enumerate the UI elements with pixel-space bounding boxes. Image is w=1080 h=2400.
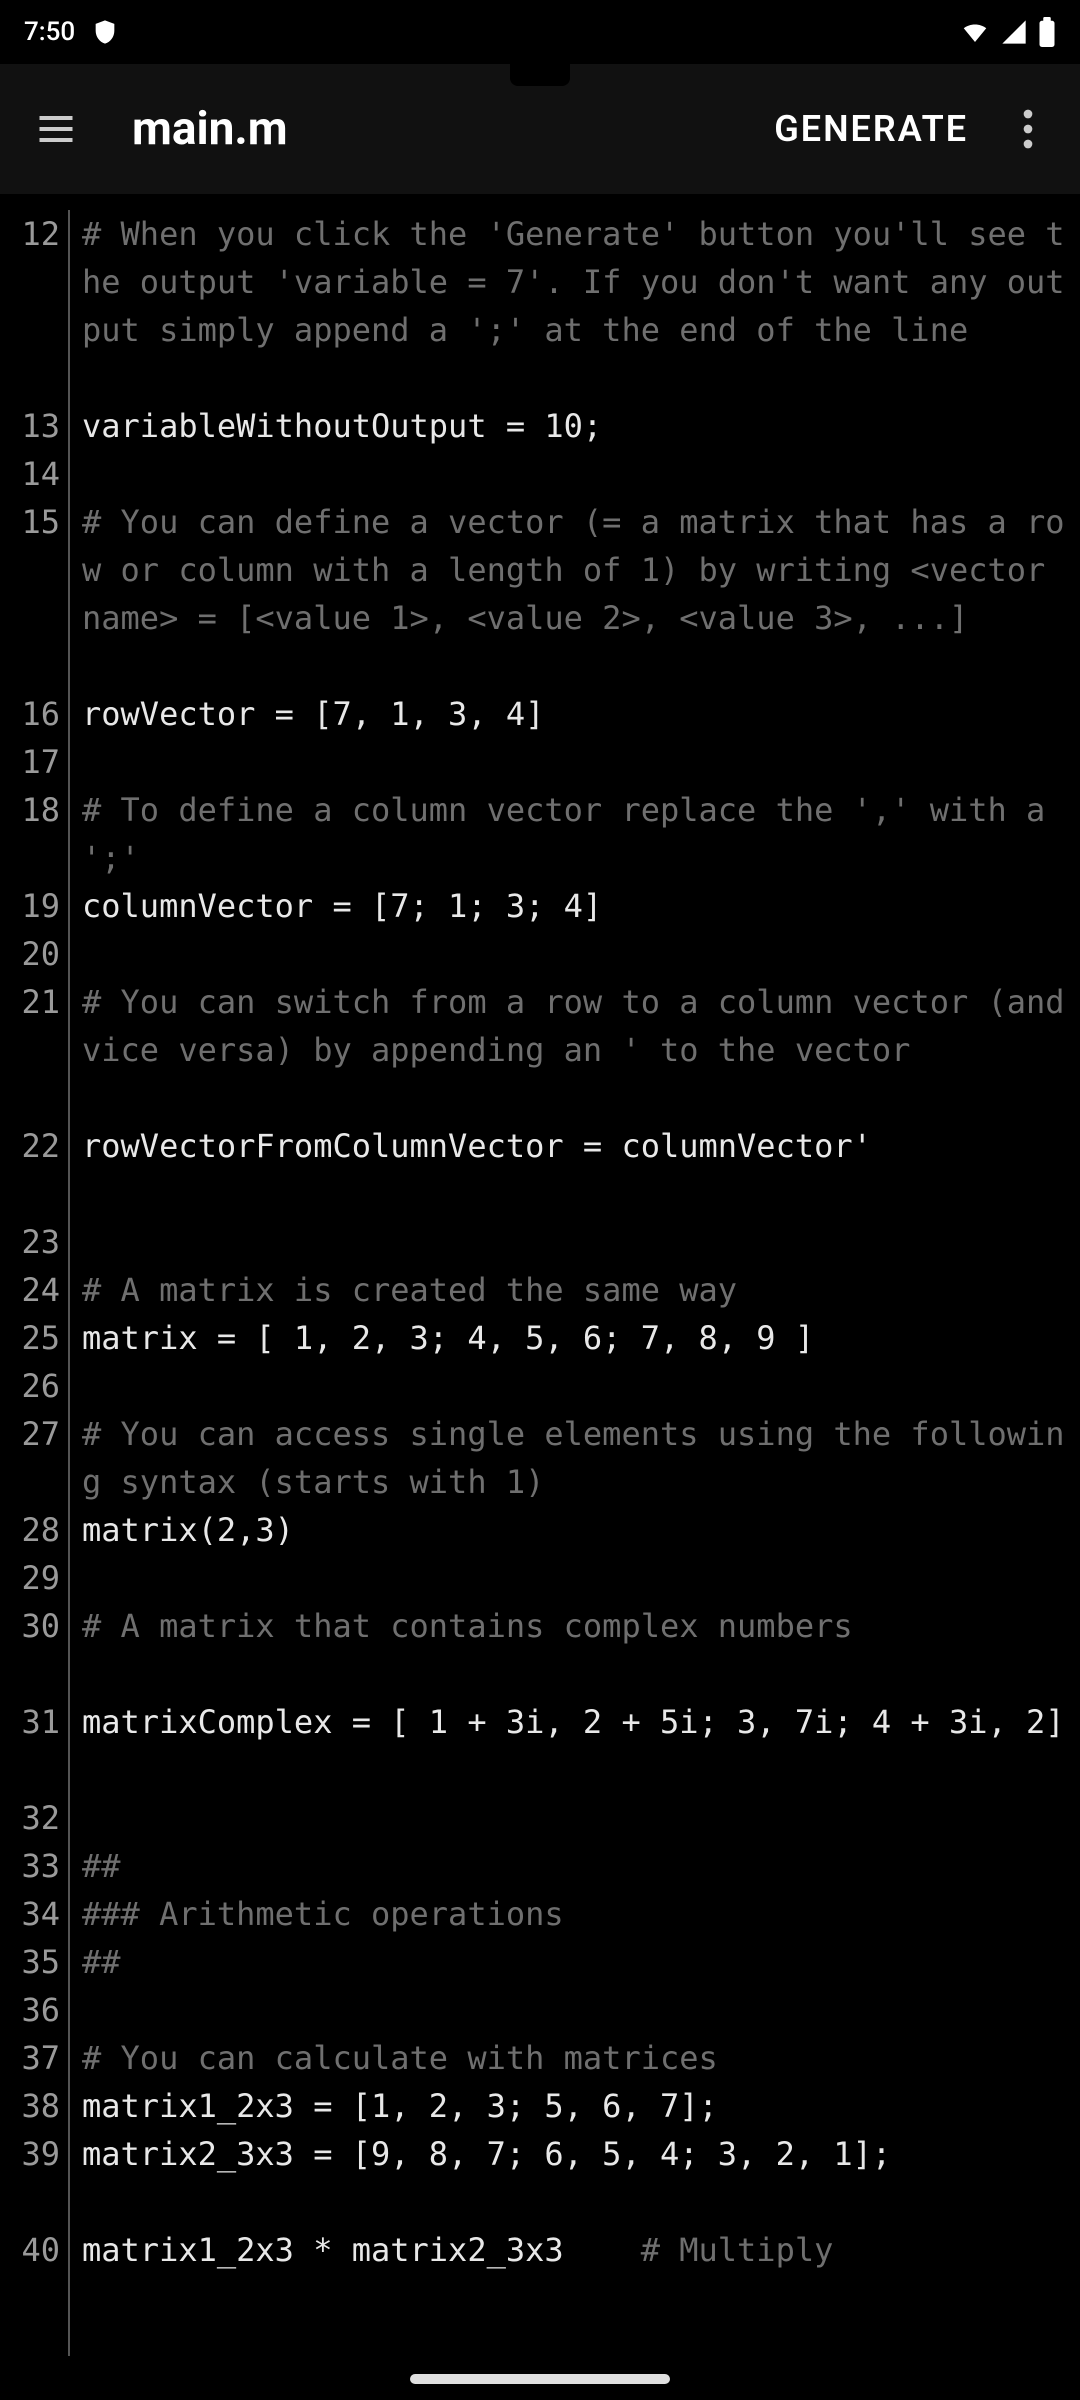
- line-number: 26: [0, 1362, 60, 1410]
- line-number: 15: [0, 498, 60, 546]
- nav-handle[interactable]: [410, 2374, 670, 2384]
- code-line[interactable]: [82, 450, 1080, 498]
- code-editor[interactable]: 12 131415 161718 192021 22 2324252627 282930 31…: [0, 194, 1080, 2356]
- code-line[interactable]: matrix = [ 1, 2, 3; 4, 5, 6; 7, 8, 9 ]: [82, 1314, 1080, 1362]
- code-line[interactable]: matrix1_2x3 * matrix2_3x3 # Multiply: [82, 2226, 1080, 2274]
- code-line[interactable]: # A matrix is created the same way: [82, 1266, 1080, 1314]
- line-number: 22: [0, 1122, 60, 1170]
- line-number-gutter: 12 131415 161718 192021 22 2324252627 282930 31…: [0, 210, 70, 2356]
- line-number: 32: [0, 1794, 60, 1842]
- line-number-continuation: [0, 546, 60, 594]
- code-line[interactable]: # You can access single elements using t…: [82, 1410, 1080, 1506]
- line-number: 40: [0, 2226, 60, 2274]
- code-line[interactable]: # To define a column vector replace the …: [82, 786, 1080, 882]
- line-number: 18: [0, 786, 60, 834]
- line-number: 36: [0, 1986, 60, 2034]
- line-number: 17: [0, 738, 60, 786]
- line-number-continuation: [0, 2178, 60, 2226]
- line-number: 19: [0, 882, 60, 930]
- line-number: 39: [0, 2130, 60, 2178]
- line-number-continuation: [0, 1458, 60, 1506]
- line-number: 37: [0, 2034, 60, 2082]
- code-line[interactable]: columnVector = [7; 1; 3; 4]: [82, 882, 1080, 930]
- line-number: 14: [0, 450, 60, 498]
- code-line[interactable]: [82, 738, 1080, 786]
- line-number-continuation: [0, 354, 60, 402]
- code-line[interactable]: [82, 930, 1080, 978]
- code-line[interactable]: [82, 1554, 1080, 1602]
- line-number-continuation: [0, 642, 60, 690]
- file-title: main.m: [132, 102, 746, 156]
- code-line[interactable]: # You can switch from a row to a column …: [82, 978, 1080, 1122]
- line-number-continuation: [0, 1170, 60, 1218]
- code-line[interactable]: ##: [82, 1938, 1080, 1986]
- code-area[interactable]: # When you click the 'Generate' button y…: [70, 210, 1080, 2356]
- code-line[interactable]: [82, 1986, 1080, 2034]
- code-line[interactable]: # A matrix that contains complex numbers: [82, 1602, 1080, 1698]
- code-line[interactable]: matrix1_2x3 = [1, 2, 3; 5, 6, 7];: [82, 2082, 1080, 2130]
- line-number: 23: [0, 1218, 60, 1266]
- line-number-continuation: [0, 1074, 60, 1122]
- line-number: 21: [0, 978, 60, 1026]
- line-number: 35: [0, 1938, 60, 1986]
- line-number: 29: [0, 1554, 60, 1602]
- code-line[interactable]: [82, 1362, 1080, 1410]
- code-line[interactable]: [82, 1218, 1080, 1266]
- line-number: 27: [0, 1410, 60, 1458]
- camera-notch: [510, 46, 570, 86]
- shield-icon: [91, 18, 119, 46]
- line-number: 33: [0, 1842, 60, 1890]
- battery-icon: [1038, 17, 1056, 47]
- signal-icon: [1000, 18, 1028, 46]
- line-number: 20: [0, 930, 60, 978]
- line-number: 12: [0, 210, 60, 258]
- line-number: 25: [0, 1314, 60, 1362]
- line-number-continuation: [0, 594, 60, 642]
- code-line[interactable]: rowVectorFromColumnVector = columnVector…: [82, 1122, 1080, 1218]
- line-number-continuation: [0, 306, 60, 354]
- line-number: 24: [0, 1266, 60, 1314]
- more-icon[interactable]: [996, 93, 1060, 165]
- code-line[interactable]: matrix2_3x3 = [9, 8, 7; 6, 5, 4; 3, 2, 1…: [82, 2130, 1080, 2226]
- line-number-continuation: [0, 1746, 60, 1794]
- line-number-continuation: [0, 258, 60, 306]
- line-number-continuation: [0, 1650, 60, 1698]
- line-number-continuation: [0, 1026, 60, 1074]
- code-line[interactable]: variableWithoutOutput = 10;: [82, 402, 1080, 450]
- line-number: 31: [0, 1698, 60, 1746]
- wifi-icon: [960, 17, 990, 47]
- code-line[interactable]: matrix(2,3): [82, 1506, 1080, 1554]
- line-number: 34: [0, 1890, 60, 1938]
- menu-icon[interactable]: [20, 93, 92, 165]
- line-number: 16: [0, 690, 60, 738]
- code-line[interactable]: # You can define a vector (= a matrix th…: [82, 498, 1080, 690]
- code-line[interactable]: matrixComplex = [ 1 + 3i, 2 + 5i; 3, 7i;…: [82, 1698, 1080, 1794]
- generate-button[interactable]: GENERATE: [746, 88, 996, 170]
- code-line[interactable]: # When you click the 'Generate' button y…: [82, 210, 1080, 402]
- line-number-continuation: [0, 834, 60, 882]
- code-line[interactable]: # You can calculate with matrices: [82, 2034, 1080, 2082]
- code-line[interactable]: rowVector = [7, 1, 3, 4]: [82, 690, 1080, 738]
- line-number: 28: [0, 1506, 60, 1554]
- line-number: 13: [0, 402, 60, 450]
- line-number: 38: [0, 2082, 60, 2130]
- line-number: 30: [0, 1602, 60, 1650]
- code-line[interactable]: ### Arithmetic operations: [82, 1890, 1080, 1938]
- code-line[interactable]: ##: [82, 1842, 1080, 1890]
- code-line[interactable]: [82, 1794, 1080, 1842]
- status-time: 7:50: [24, 17, 75, 47]
